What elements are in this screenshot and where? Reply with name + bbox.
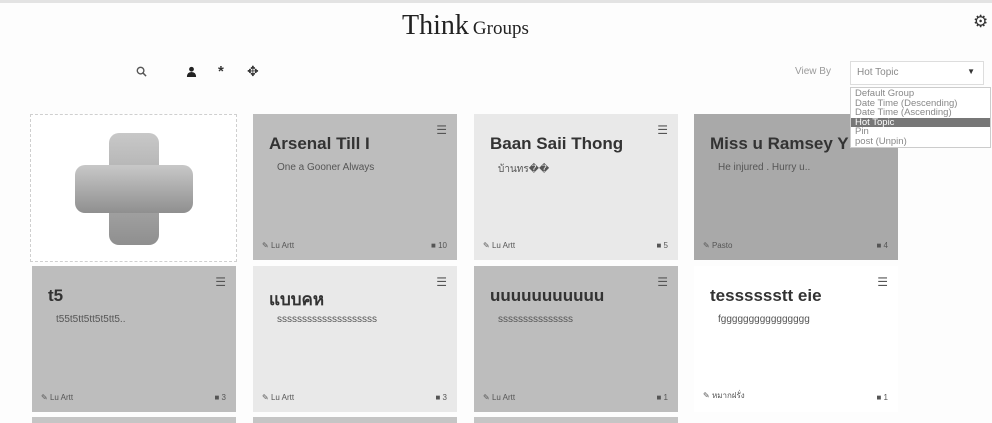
group-author: ✎ หมากฝรั่ง: [703, 391, 745, 400]
group-card[interactable]: ☰ tesssssstt eie fgggggggggggggggg ✎ หมา…: [694, 266, 898, 412]
group-name: แบบคห: [269, 290, 325, 309]
comment-count: ■ 4: [876, 241, 888, 250]
group-card[interactable]: ☰ uuuuuuuuuuu sssssssssssssss ✎ Lu Artt …: [474, 266, 678, 412]
top-border: [0, 0, 992, 3]
comment-count: ■ 1: [876, 393, 888, 402]
group-desc: He injured . Hurry u..: [718, 162, 811, 173]
group-card-partial[interactable]: [253, 417, 457, 423]
menu-icon[interactable]: ☰: [436, 123, 447, 137]
title-sub: Groups: [472, 18, 529, 39]
option-post-unpin[interactable]: post (Unpin): [851, 137, 990, 147]
group-name: tesssssstt eie: [710, 286, 822, 305]
group-card[interactable]: ☰ t5 t55t5tt5tt5t5tt5.. ✎ Lu Artt ■ 3: [32, 266, 236, 412]
menu-icon[interactable]: ☰: [657, 275, 668, 289]
title-main: Think: [402, 10, 469, 41]
menu-icon[interactable]: ☰: [436, 275, 447, 289]
group-card[interactable]: ☰ Baan Saii Thong บ้านทร�� ✎ Lu Artt ■ 5: [474, 114, 678, 260]
caret-down-icon: ▼: [967, 67, 975, 76]
menu-icon[interactable]: ☰: [657, 123, 668, 137]
menu-icon[interactable]: ☰: [215, 275, 226, 289]
option-date-desc[interactable]: Date Time (Descending): [851, 99, 990, 109]
group-desc: ssssssssssssssssssss: [277, 314, 377, 325]
search-icon[interactable]: [136, 65, 147, 80]
group-card-partial[interactable]: [32, 417, 236, 423]
group-author: ✎ Lu Artt: [483, 393, 516, 402]
group-author: ✎ Lu Artt: [262, 393, 295, 402]
menu-icon[interactable]: ☰: [877, 275, 888, 289]
option-default-group[interactable]: Default Group: [851, 89, 990, 99]
comment-count: ■ 3: [214, 393, 226, 402]
group-name: t5: [48, 286, 64, 305]
option-pin[interactable]: Pin: [851, 127, 990, 137]
group-card[interactable]: ☰ Arsenal Till I One a Gooner Always ✎ L…: [253, 114, 457, 260]
group-author: ✎ Pasto: [703, 241, 733, 250]
group-name: Arsenal Till I: [269, 134, 370, 153]
comment-count: ■ 3: [435, 393, 447, 402]
comment-count: ■ 5: [656, 241, 668, 250]
group-desc: sssssssssssssss: [498, 314, 573, 325]
view-by-select[interactable]: Hot Topic ▼: [850, 61, 984, 85]
group-name: Baan Saii Thong: [490, 134, 624, 153]
group-card-partial[interactable]: [474, 417, 678, 423]
group-author: ✎ Lu Artt: [41, 393, 74, 402]
view-by-label: View By: [795, 66, 831, 77]
page-title: Think Groups: [402, 10, 529, 42]
group-name: uuuuuuuuuuu: [490, 286, 605, 305]
add-group-card[interactable]: [30, 114, 237, 262]
comment-count: ■ 10: [431, 241, 447, 250]
asterisk-icon[interactable]: *: [218, 63, 224, 80]
group-desc: บ้านทร��: [498, 164, 550, 175]
group-desc: t55t5tt5tt5t5tt5..: [56, 314, 126, 325]
gear-icon[interactable]: ⚙: [973, 12, 988, 32]
comment-count: ■ 1: [656, 393, 668, 402]
view-by-selected: Hot Topic: [857, 67, 899, 78]
group-desc: fgggggggggggggggg: [718, 314, 810, 325]
option-date-asc[interactable]: Date Time (Ascending): [851, 108, 990, 118]
view-by-dropdown: Default Group Date Time (Descending) Dat…: [850, 87, 991, 148]
group-author: ✎ Lu Artt: [483, 241, 516, 250]
user-icon[interactable]: [186, 65, 197, 80]
group-author: ✎ Lu Artt: [262, 241, 295, 250]
move-icon[interactable]: ✥: [247, 63, 259, 80]
option-hot-topic[interactable]: Hot Topic: [851, 117, 990, 127]
group-desc: One a Gooner Always: [277, 162, 375, 173]
group-card[interactable]: ☰ แบบคห ssssssssssssssssssss ✎ Lu Artt ■…: [253, 266, 457, 412]
group-name: Miss u Ramsey Y: [710, 134, 849, 153]
